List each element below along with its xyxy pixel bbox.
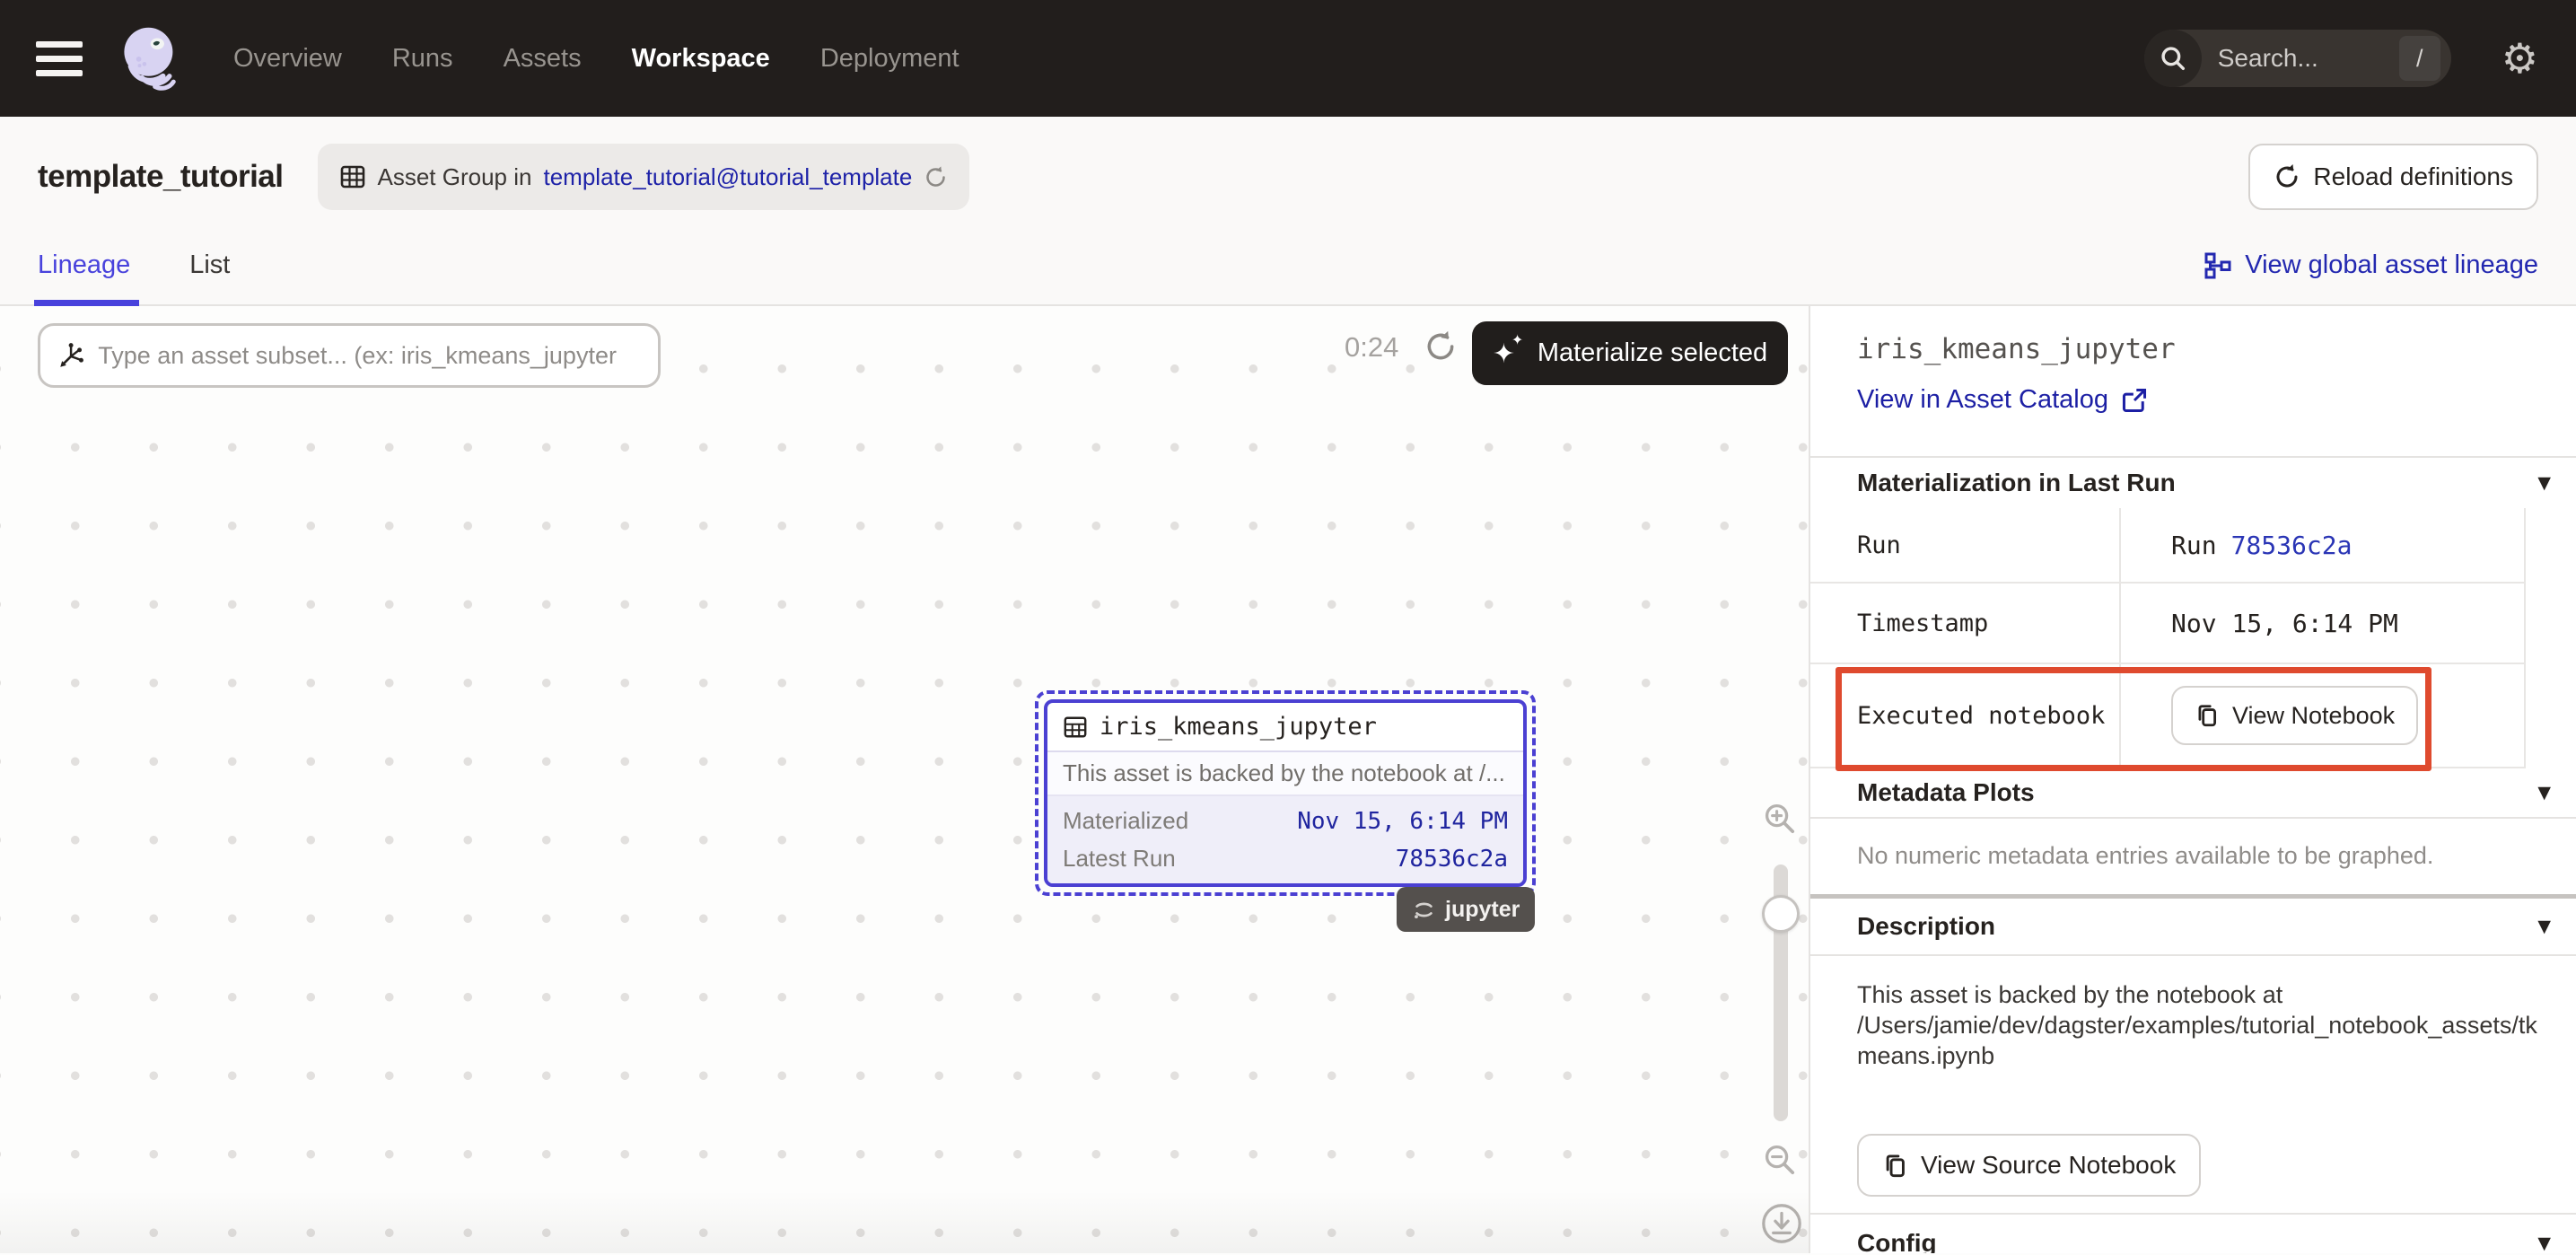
metadata-plots-empty-text: No numeric metadata entries available to… xyxy=(1810,819,2576,894)
nav-menu: Overview Runs Assets Workspace Deploymen… xyxy=(233,44,959,74)
run-label: Run xyxy=(1810,508,2121,582)
timestamp-label: Timestamp xyxy=(1810,584,2121,663)
view-source-notebook-label: View Source Notebook xyxy=(1921,1151,2176,1180)
nav-item-deployment[interactable]: Deployment xyxy=(820,44,959,74)
jupyter-icon xyxy=(1412,898,1436,922)
latest-run-id[interactable]: 78536c2a xyxy=(1396,846,1508,873)
nav-item-overview[interactable]: Overview xyxy=(233,44,342,74)
refresh-icon[interactable] xyxy=(1424,329,1458,364)
asset-subset-icon xyxy=(57,340,85,371)
run-id-link[interactable]: 78536c2a xyxy=(2231,531,2353,560)
jupyter-tag-label: jupyter xyxy=(1445,897,1520,923)
materialize-selected-label: Materialize selected xyxy=(1538,338,1767,368)
materialized-timestamp[interactable]: Nov 15, 6:14 PM xyxy=(1297,808,1508,835)
asset-node-description: This asset is backed by the notebook at … xyxy=(1047,752,1523,796)
lineage-graph-icon xyxy=(2204,251,2232,280)
timestamp-value: Nov 15, 6:14 PM xyxy=(2121,584,2524,663)
section-materialization-in-last-run: Materialization in Last Run ▼︎ xyxy=(1810,458,2576,508)
lineage-canvas[interactable]: 0:24 ✦✦ Materialize selected xyxy=(0,306,1809,1253)
reload-definitions-button[interactable]: Reload definitions xyxy=(2248,144,2538,210)
table-row-timestamp: Timestamp Nov 15, 6:14 PM xyxy=(1810,584,2524,664)
section-config: Config ▼︎ xyxy=(1810,1215,2576,1253)
notebook-icon xyxy=(2195,703,2220,728)
refresh-timer: 0:24 xyxy=(1345,331,1398,364)
tab-list[interactable]: List xyxy=(189,224,230,306)
external-link-icon xyxy=(2121,387,2148,414)
view-in-asset-catalog-label: View in Asset Catalog xyxy=(1857,385,2108,415)
section-metadata-plots: Metadata Plots ▼︎ xyxy=(1810,768,2576,819)
materialization-table: Run Run 78536c2a Timestamp Nov 15, 6:14 … xyxy=(1810,508,2526,768)
nav-item-assets[interactable]: Assets xyxy=(504,44,582,74)
page-header: template_tutorial Asset Group in templat… xyxy=(0,117,2576,306)
asset-node-iris-kmeans-jupyter[interactable]: iris_kmeans_jupyter This asset is backed… xyxy=(1044,699,1527,887)
gear-icon[interactable]: ⚙︎ xyxy=(2502,38,2538,79)
nav-item-workspace[interactable]: Workspace xyxy=(632,44,770,74)
description-heading: Description xyxy=(1857,912,1995,941)
collapse-caret-icon[interactable]: ▼︎ xyxy=(2537,917,2551,936)
search-shortcut-key: / xyxy=(2399,36,2440,81)
zoom-slider-handle[interactable] xyxy=(1762,895,1800,933)
reload-definitions-label: Reload definitions xyxy=(2313,162,2513,191)
metadata-plots-heading: Metadata Plots xyxy=(1857,778,2035,807)
view-notebook-button[interactable]: View Notebook xyxy=(2171,686,2418,745)
latest-run-row: Latest Run 78536c2a xyxy=(1063,845,1508,873)
jupyter-tag[interactable]: jupyter xyxy=(1397,887,1535,932)
tab-lineage[interactable]: Lineage xyxy=(38,224,130,306)
view-in-asset-catalog-link[interactable]: View in Asset Catalog xyxy=(1857,385,2148,415)
asset-group-link[interactable]: template_tutorial@tutorial_template xyxy=(543,163,912,191)
asset-node-title: iris_kmeans_jupyter xyxy=(1100,713,1377,741)
run-value-prefix: Run xyxy=(2171,531,2217,560)
view-global-asset-lineage-link[interactable]: View global asset lineage xyxy=(2204,250,2538,280)
table-row-run: Run Run 78536c2a xyxy=(1810,508,2524,584)
notebook-icon xyxy=(1882,1153,1908,1179)
asset-group-prefix: Asset Group in xyxy=(378,163,532,191)
view-global-asset-lineage-label: View global asset lineage xyxy=(2245,250,2538,280)
asset-grid-icon xyxy=(339,163,366,190)
download-image-button[interactable] xyxy=(1760,1202,1803,1245)
table-row-executed-notebook: Executed notebook View Notebook xyxy=(1810,664,2524,768)
dagster-octopus-logo xyxy=(111,18,192,99)
view-notebook-label: View Notebook xyxy=(2232,702,2395,730)
asset-node-selection[interactable]: iris_kmeans_jupyter This asset is backed… xyxy=(1035,690,1536,896)
reload-icon xyxy=(2274,163,2300,190)
badge-refresh-icon[interactable] xyxy=(924,165,948,189)
materialized-row: Materialized Nov 15, 6:14 PM xyxy=(1063,807,1508,835)
asset-grid-icon xyxy=(1063,715,1088,740)
top-nav: Overview Runs Assets Workspace Deploymen… xyxy=(0,0,2576,117)
nav-item-runs[interactable]: Runs xyxy=(392,44,453,74)
latest-run-label: Latest Run xyxy=(1063,845,1176,873)
expand-caret-icon[interactable]: ▼︎ xyxy=(2537,1233,2551,1253)
panel-asset-title: iris_kmeans_jupyter xyxy=(1857,333,2576,365)
sparkles-icon: ✦✦ xyxy=(1493,336,1523,372)
search-placeholder: Search... xyxy=(2218,44,2318,73)
section-description: Description ▼︎ xyxy=(1810,899,2576,956)
materialized-label: Materialized xyxy=(1063,807,1188,835)
page-title: template_tutorial xyxy=(38,159,284,195)
asset-details-panel: iris_kmeans_jupyter View in Asset Catalo… xyxy=(1809,306,2576,1253)
hamburger-menu-icon[interactable] xyxy=(36,41,83,76)
zoom-in-button[interactable] xyxy=(1761,800,1801,839)
zoom-out-button[interactable] xyxy=(1761,1141,1801,1180)
search-icon xyxy=(2144,30,2202,87)
asset-subset-filter[interactable] xyxy=(38,323,661,388)
collapse-caret-icon[interactable]: ▼︎ xyxy=(2537,473,2551,493)
asset-subset-input[interactable] xyxy=(98,342,642,370)
materialization-heading: Materialization in Last Run xyxy=(1857,469,2176,497)
search-input[interactable]: Search... / xyxy=(2144,30,2451,87)
materialize-selected-button[interactable]: ✦✦ Materialize selected xyxy=(1472,321,1788,385)
asset-group-badge: Asset Group in template_tutorial@tutoria… xyxy=(318,144,970,210)
collapse-caret-icon[interactable]: ▼︎ xyxy=(2537,783,2551,803)
view-source-notebook-button[interactable]: View Source Notebook xyxy=(1857,1134,2201,1197)
description-text: This asset is backed by the notebook at … xyxy=(1857,979,2549,1071)
executed-notebook-label: Executed notebook xyxy=(1810,664,2121,767)
config-heading: Config xyxy=(1857,1229,1937,1253)
